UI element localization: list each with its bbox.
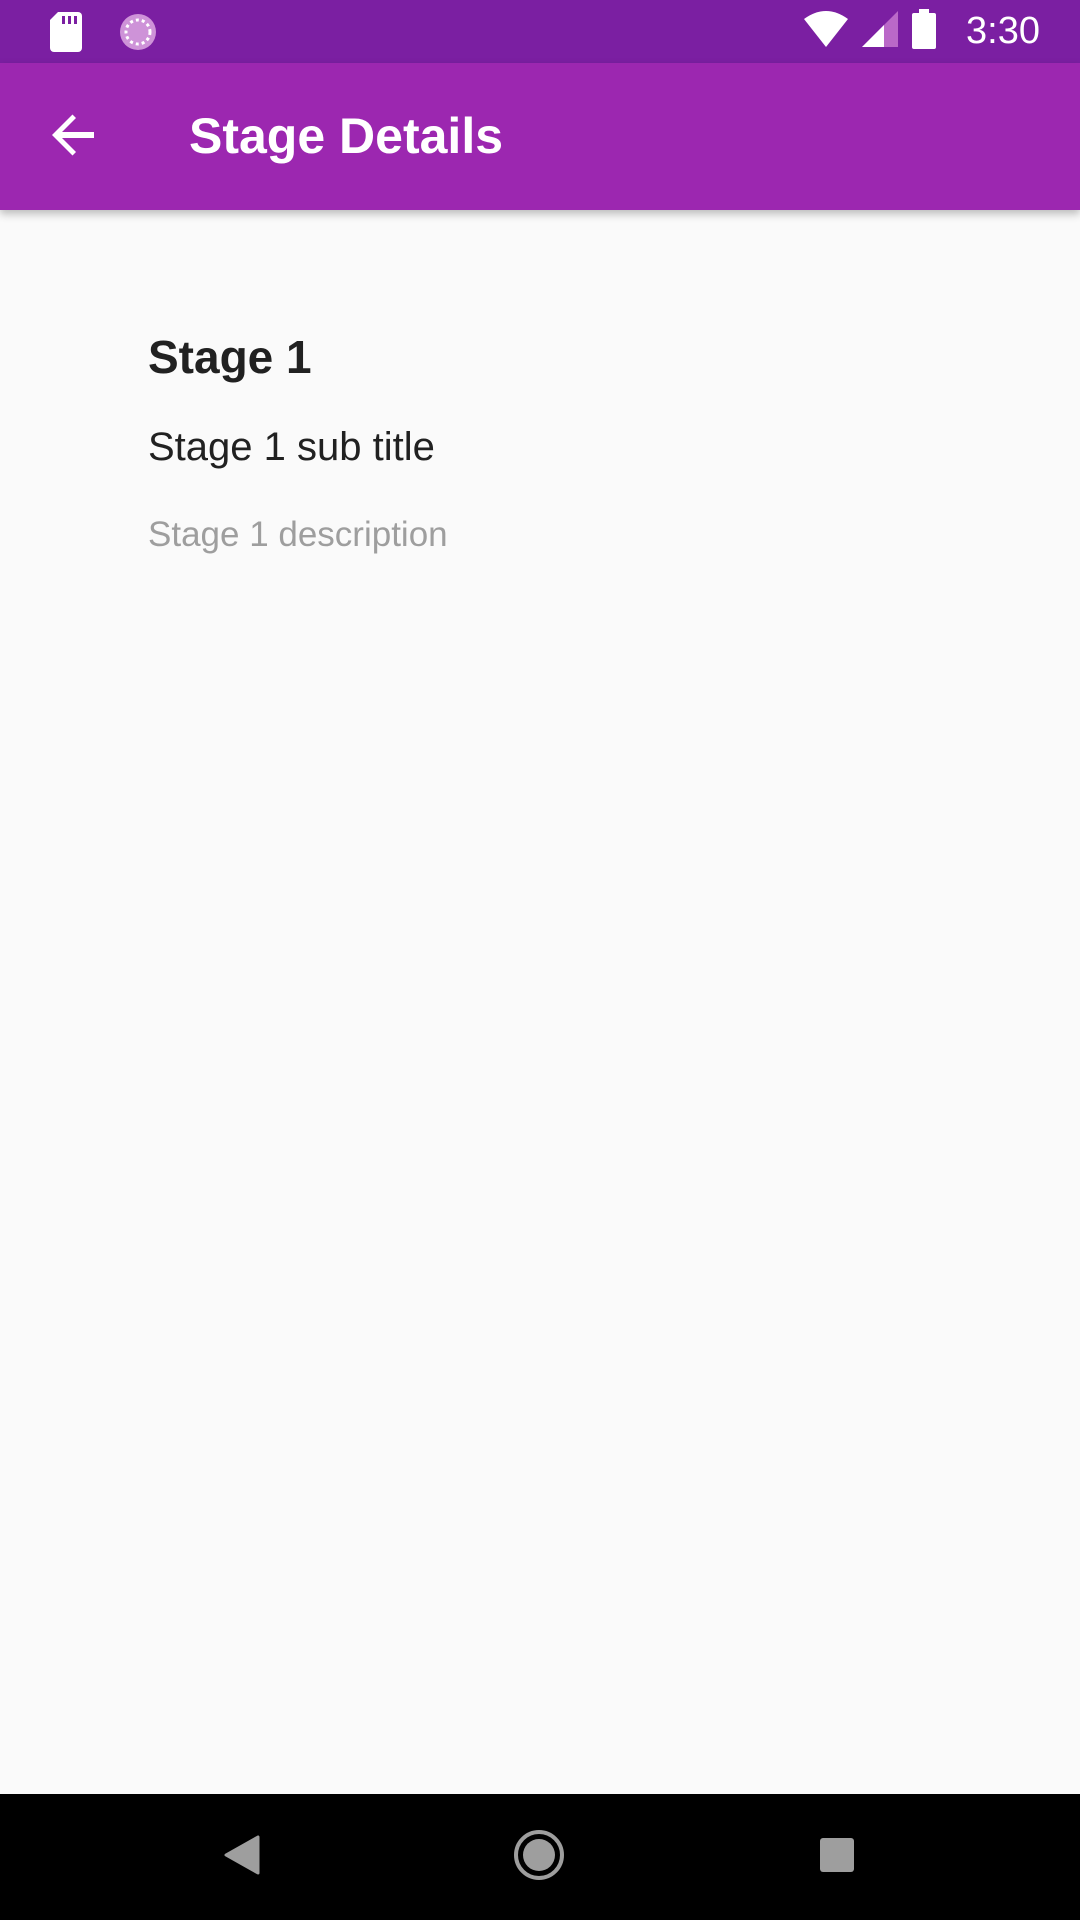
nav-back-button[interactable] [212,1827,272,1887]
sync-icon [118,12,158,57]
screen: 3:30 Stage Details Stage 1 Stage 1 sub t… [0,0,1080,1920]
app-bar: Stage Details [0,63,1080,210]
nav-back-icon [224,1835,260,1880]
status-system: 3:30 [804,0,1040,63]
status-bar: 3:30 [0,0,1080,63]
wifi-icon [804,11,849,52]
stage-title: Stage 1 [148,331,312,383]
status-notifications [50,12,158,57]
arrow-back-icon [50,111,98,164]
status-time: 3:30 [966,10,1040,52]
battery-icon [912,9,937,54]
sd-card-icon [50,12,82,57]
stage-details-content: Stage 1 Stage 1 sub title Stage 1 descri… [0,210,1080,1794]
back-button[interactable] [36,99,112,175]
nav-home-icon [513,1829,565,1886]
stage-description: Stage 1 description [148,515,448,554]
system-nav-bar [0,1794,1080,1920]
signal-icon [862,11,899,52]
page-title: Stage Details [189,108,504,164]
nav-recents-button[interactable] [807,1827,867,1887]
nav-home-button[interactable] [509,1827,569,1887]
nav-recents-icon [820,1837,854,1877]
stage-subtitle: Stage 1 sub title [148,425,435,469]
